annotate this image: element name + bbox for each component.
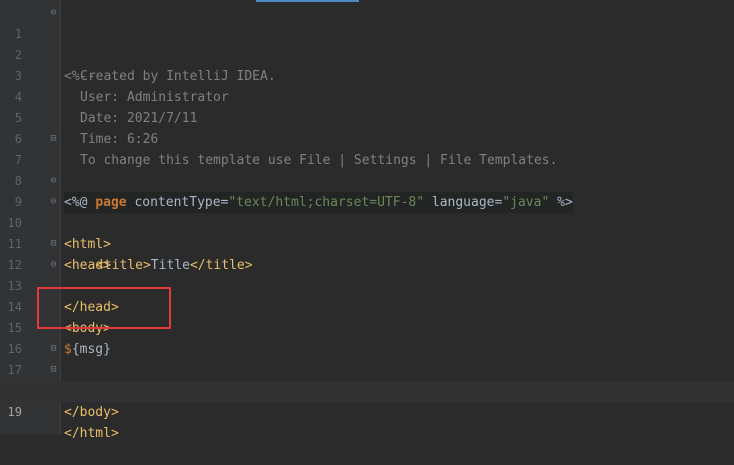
code-line-1[interactable]: 1 ⊖ <%-- (0, 3, 734, 84)
fold-open-icon[interactable]: ⊖ (49, 259, 58, 271)
line-number: 19 (7, 405, 22, 419)
code-line-9[interactable]: 9 ⊖ <html> (0, 171, 734, 252)
fold-close-icon[interactable]: ⊟ (49, 133, 58, 145)
fold-open-icon[interactable]: ⊖ (49, 196, 58, 208)
code-text: </body> (64, 405, 119, 420)
code-line-10[interactable]: 10 ⊖ <head> (0, 192, 734, 273)
fold-open-icon[interactable]: ⊖ (49, 7, 58, 19)
code-line-2[interactable]: 2 Created by IntelliJ IDEA. (0, 24, 734, 84)
fold-close-icon[interactable]: ⊟ (49, 364, 58, 376)
scroll-indicator (256, 0, 359, 2)
code-line-19[interactable]: 19 (0, 381, 734, 419)
fold-open-icon[interactable]: ⊖ (49, 175, 58, 187)
fold-close-icon[interactable]: ⊟ (49, 343, 58, 355)
code-line-13[interactable]: 13 ⊖ <body> (0, 255, 734, 336)
code-line-5[interactable]: 5 Time: 6:26 (0, 87, 734, 147)
code-line-4[interactable]: 4 Date: 2021/7/11 (0, 66, 734, 126)
code-line-17[interactable]: 17 ⊟ </body> (0, 339, 734, 420)
code-line-12[interactable]: 12 ⊟ </head> (0, 234, 734, 315)
code-line-18[interactable]: 18 ⊟ </html> (0, 360, 734, 441)
code-editor[interactable]: 1 ⊖ <%-- 2 Created by IntelliJ IDEA. 3 U… (0, 0, 734, 441)
code-line-8[interactable]: 8 <%@ page contentType="text/html;charse… (0, 150, 734, 213)
code-line-7[interactable]: 7 ⊟ --%> (0, 129, 734, 210)
code-line-3[interactable]: 3 User: Administrator (0, 45, 734, 105)
fold-close-icon[interactable]: ⊟ (49, 238, 58, 250)
code-text: </html> (64, 426, 119, 441)
code-line-6[interactable]: 6 To change this template use File | Set… (0, 108, 734, 168)
highlight-annotation-box (37, 287, 171, 329)
code-line-11[interactable]: 11 <title>Title</title> (0, 213, 734, 273)
